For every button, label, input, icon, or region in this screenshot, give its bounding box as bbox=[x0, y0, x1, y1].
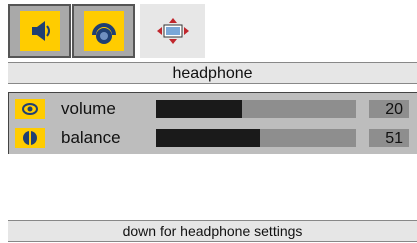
picture-adjust-icon bbox=[156, 18, 189, 44]
hint-bar: down for headphone settings bbox=[8, 220, 417, 242]
slider-fill bbox=[156, 129, 260, 147]
tab-picture[interactable] bbox=[140, 4, 205, 58]
page-title: headphone bbox=[172, 65, 253, 82]
tab-speaker[interactable] bbox=[8, 4, 71, 58]
headphone-icon bbox=[91, 23, 116, 44]
setting-label: volume bbox=[61, 99, 116, 118]
menu-tabs bbox=[0, 4, 205, 58]
balance-slider[interactable] bbox=[156, 129, 356, 147]
setting-label: balance bbox=[61, 128, 121, 147]
tab-headphone[interactable] bbox=[72, 4, 135, 58]
section-header: headphone bbox=[8, 62, 417, 84]
setting-row-balance[interactable]: balance 51 bbox=[9, 126, 417, 150]
volume-icon bbox=[15, 99, 45, 119]
speaker-icon bbox=[31, 21, 50, 41]
setting-value: 51 bbox=[369, 129, 409, 147]
setting-value: 20 bbox=[369, 100, 409, 118]
settings-panel: volume 20 balance 51 bbox=[8, 92, 417, 154]
navigation-hint: down for headphone settings bbox=[122, 223, 303, 239]
slider-fill bbox=[156, 100, 242, 118]
setting-row-volume[interactable]: volume 20 bbox=[9, 97, 417, 121]
balance-icon bbox=[15, 128, 45, 148]
volume-slider[interactable] bbox=[156, 100, 356, 118]
